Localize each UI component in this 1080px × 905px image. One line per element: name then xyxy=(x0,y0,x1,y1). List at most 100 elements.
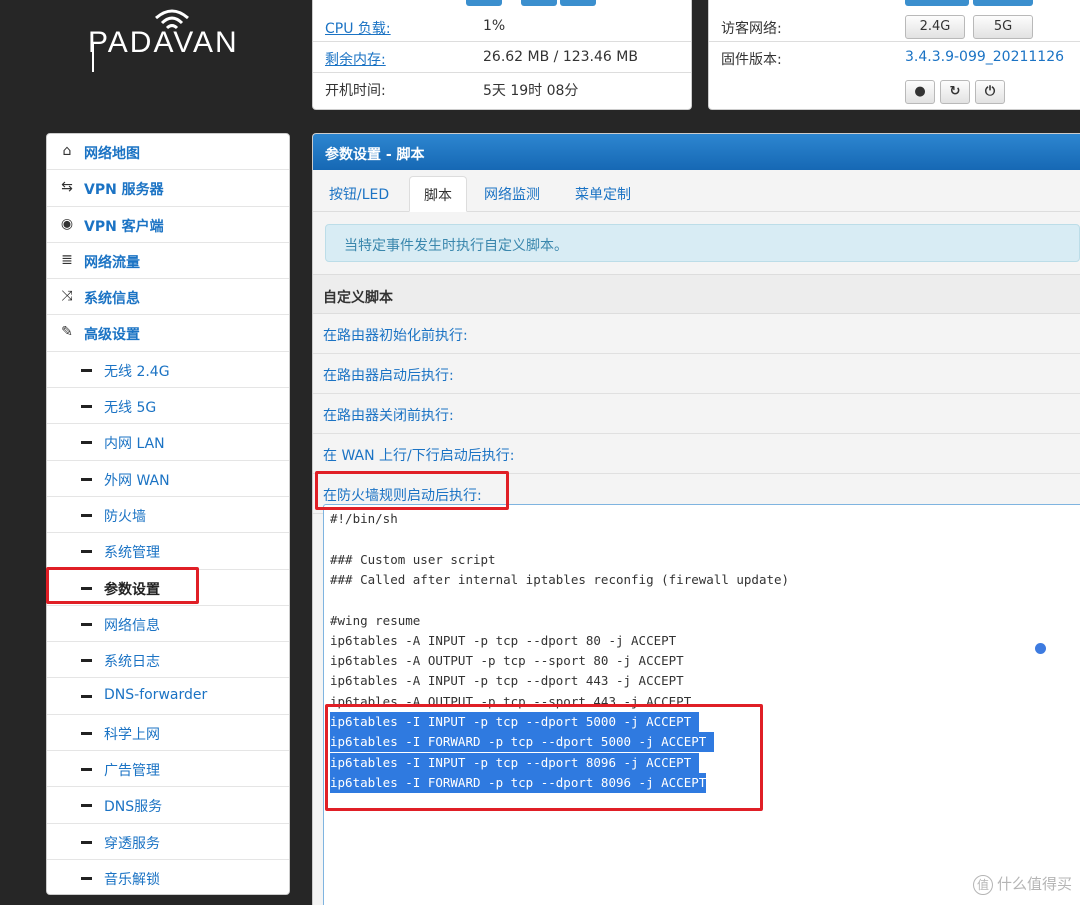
globe-icon: ◉ xyxy=(60,215,74,232)
power-button[interactable]: ⏻ xyxy=(975,80,1005,104)
free-memory-row: 剩余内存: 26.62 MB / 123.46 MB xyxy=(313,43,691,73)
sidebar-item-main[interactable]: ⌂ 网络地图 xyxy=(47,134,289,171)
padavan-logo: PADAVAN xyxy=(88,8,258,78)
code-line: #!/bin/sh xyxy=(330,511,398,526)
code-line: ### Custom user script xyxy=(330,551,496,567)
tab-menu-custom[interactable]: 菜单定制 xyxy=(575,176,655,212)
dash-icon xyxy=(81,840,92,844)
sidebar-item-label: 内网 LAN xyxy=(104,436,165,453)
sidebar-item-active[interactable]: 参数设置 xyxy=(47,569,289,606)
reboot-button[interactable]: ↻ xyxy=(940,80,970,104)
script-row[interactable]: 在路由器启动后执行: xyxy=(313,354,1080,394)
script-row[interactable]: 在 WAN 上行/下行启动后执行: xyxy=(313,434,1080,474)
sidebar-item-label: 网络信息 xyxy=(104,617,160,634)
sidebar-item-sub[interactable]: 内网 LAN xyxy=(47,424,289,461)
guest-5g-button[interactable]: 5G xyxy=(973,15,1033,39)
sidebar-item-sub[interactable]: 外网 WAN xyxy=(47,460,289,497)
cpu-load-row: CPU 负载: 1% xyxy=(313,12,691,42)
sidebar-item-sub[interactable]: 穿透服务 xyxy=(47,823,289,860)
sidebar-item-label: 广告管理 xyxy=(104,763,160,780)
sidebar-item-sub[interactable]: 无线 2.4G xyxy=(47,351,289,389)
sidebar-item-sub[interactable]: 音乐解锁 xyxy=(47,859,289,894)
sidebar-item-main[interactable]: ◉ VPN 客户端 xyxy=(47,206,289,243)
sidebar-item-label: 系统信息 xyxy=(84,291,140,308)
network-status-panel: 访客网络: 2.4G 5G 固件版本: 3.4.3.9-099_20211126… xyxy=(708,0,1080,110)
dash-icon xyxy=(81,550,92,554)
code-line: ip6tables -I INPUT -p tcp --dport 5000 -… xyxy=(330,712,699,732)
firmware-label: 固件版本: xyxy=(721,52,782,68)
script-row-label[interactable]: 在路由器初始化前执行: xyxy=(323,325,468,345)
code-line: ip6tables -I FORWARD -p tcp --dport 5000… xyxy=(330,732,714,753)
code-line: ip6tables -A OUTPUT -p tcp --sport 80 -j… xyxy=(330,653,684,669)
sidebar-item-label: 网络流量 xyxy=(84,254,140,271)
cursor-indicator-icon xyxy=(1035,643,1046,654)
tab-scripts[interactable]: 脚本 xyxy=(409,176,467,212)
user-button[interactable]: ● xyxy=(905,80,935,104)
code-line: ip6tables -A INPUT -p tcp --dport 80 -j … xyxy=(330,632,677,648)
uptime-label: 开机时间: xyxy=(325,83,386,99)
sidebar-item-sub[interactable]: 科学上网 xyxy=(47,714,289,752)
sidebar-item-sub[interactable]: 网络信息 xyxy=(47,605,289,643)
firmware-version-link[interactable]: 3.4.3.9-099_20211126 xyxy=(905,49,1064,65)
sidebar-item-label: VPN 客户端 xyxy=(84,218,164,235)
guest-24g-button[interactable]: 2.4G xyxy=(905,15,965,39)
cpu-load-link[interactable]: CPU 负载: xyxy=(325,18,391,38)
sidebar-item-label: 无线 5G xyxy=(104,400,157,417)
sidebar-item-sub[interactable]: DNS服务 xyxy=(47,787,289,824)
settings-panel: 参数设置 - 脚本 按钮/LED 脚本 网络监测 菜单定制 当特定事件发生时执行… xyxy=(312,133,1080,905)
tab-buttons-led[interactable]: 按钮/LED xyxy=(329,176,409,212)
watermark: 值什么值得买 xyxy=(972,873,1072,895)
panel-title: 参数设置 - 脚本 xyxy=(313,134,1080,170)
uptime-value: 5天 19时 08分 xyxy=(483,83,579,99)
free-memory-link[interactable]: 剩余内存: xyxy=(325,49,386,69)
home-icon: ⌂ xyxy=(62,143,72,159)
code-line: ip6tables -A OUTPUT -p tcp --sport 443 -… xyxy=(330,693,692,709)
sidebar-item-label: DNS服务 xyxy=(104,799,163,816)
firewall-script-textarea[interactable]: #!/bin/sh ### Custom user script ### Calle… xyxy=(323,504,1080,905)
dash-icon xyxy=(81,405,92,409)
vpn-server-icon: ⇆ xyxy=(61,179,73,196)
logo-text: PADAVAN xyxy=(88,26,239,59)
code-line: ip6tables -I INPUT -p tcp --dport 8096 -… xyxy=(330,752,699,773)
sidebar-item-label: 音乐解锁 xyxy=(104,871,160,888)
dash-icon xyxy=(81,477,92,481)
info-alert: 当特定事件发生时执行自定义脚本。 xyxy=(325,224,1080,262)
code-line: #wing resume xyxy=(330,612,421,628)
sidebar-item-sub[interactable]: 系统日志 xyxy=(47,642,289,679)
sidebar-item-sub[interactable]: 系统管理 xyxy=(47,533,289,570)
dash-icon xyxy=(81,368,92,372)
dash-icon xyxy=(81,876,92,880)
sidebar-item-sub[interactable]: 无线 5G xyxy=(47,388,289,425)
sidebar-item-label: VPN 服务器 xyxy=(84,182,164,199)
script-row[interactable]: 在路由器初始化前执行: xyxy=(313,314,1080,354)
cpu-load-value: 1% xyxy=(483,18,506,34)
script-row-label[interactable]: 在路由器启动后执行: xyxy=(323,365,454,385)
guest-network-label: 访客网络: xyxy=(721,21,782,37)
sidebar-item-sub[interactable]: 广告管理 xyxy=(47,751,289,788)
script-row-label[interactable]: 在 WAN 上行/下行启动后执行: xyxy=(323,445,514,465)
dash-icon xyxy=(81,768,92,772)
sidebar-item-main[interactable]: ⇆ VPN 服务器 xyxy=(47,170,289,207)
tab-network-monitor[interactable]: 网络监测 xyxy=(484,176,564,212)
dash-icon xyxy=(81,513,92,517)
sidebar-item-label: 防火墙 xyxy=(104,508,146,525)
dash-icon xyxy=(81,586,92,590)
sidebar-item-label: 穿透服务 xyxy=(104,835,160,852)
dash-icon xyxy=(81,659,92,663)
code-line: ### Called after internal iptables recon… xyxy=(330,571,790,587)
sidebar-item-sub[interactable]: DNS-forwarder xyxy=(47,678,289,715)
script-row[interactable]: 在路由器关闭前执行: xyxy=(313,394,1080,434)
sidebar-item-label: 系统管理 xyxy=(104,545,160,562)
sidebar-item-main[interactable]: ⤨ 系统信息 xyxy=(47,279,289,316)
sidebar-item-main[interactable]: ≣ 网络流量 xyxy=(47,242,289,280)
system-status-panel: CPU 负载: 1% 剩余内存: 26.62 MB / 123.46 MB 开机… xyxy=(312,0,692,110)
tab-bar: 按钮/LED 脚本 网络监测 菜单定制 xyxy=(313,170,1080,212)
sidebar-item-main[interactable]: ✎ 高级设置 xyxy=(47,315,289,352)
free-memory-value: 26.62 MB / 123.46 MB xyxy=(483,49,638,65)
sidebar-item-label: DNS-forwarder xyxy=(104,687,208,704)
sidebar-item-sub[interactable]: 防火墙 xyxy=(47,496,289,534)
script-row-label[interactable]: 在防火墙规则启动后执行: xyxy=(323,485,482,505)
script-row-label[interactable]: 在路由器关闭前执行: xyxy=(323,405,454,425)
code-line: ip6tables -A INPUT -p tcp --dport 443 -j… xyxy=(330,673,684,689)
dash-icon xyxy=(81,804,92,808)
